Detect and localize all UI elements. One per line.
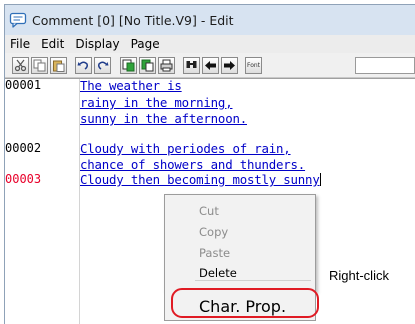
text-line[interactable]: The weather is [80, 78, 182, 93]
next-button[interactable] [221, 57, 238, 74]
menu-edit[interactable]: Edit [36, 37, 70, 51]
search-button[interactable] [183, 57, 200, 74]
context-menu-copy[interactable]: Copy [199, 225, 228, 239]
redo-button[interactable] [94, 57, 111, 74]
context-menu: Cut Copy Paste Delete [164, 194, 316, 292]
toolbar-field[interactable] [355, 57, 415, 74]
text-caret [319, 173, 321, 186]
context-menu-separator [195, 280, 311, 281]
cut-button[interactable] [12, 57, 29, 74]
text-line[interactable]: chance of showers and thunders. [80, 157, 305, 172]
menu-bar: File Edit Display Page [5, 35, 415, 53]
font-button[interactable]: Font [245, 57, 262, 74]
print-icon [160, 59, 173, 72]
replace-icon [141, 59, 154, 72]
insert-button[interactable] [120, 57, 137, 74]
line-number: 00002 [5, 141, 42, 155]
print-button[interactable] [158, 57, 175, 74]
menu-file[interactable]: File [5, 37, 36, 51]
title-bar[interactable]: Comment [0] [No Title.V9] - Edit [5, 5, 415, 35]
paste-icon [53, 60, 65, 72]
text-line[interactable]: Cloudy with periodes of rain, [80, 141, 291, 156]
undo-icon [77, 61, 88, 70]
context-menu-delete[interactable]: Delete [199, 266, 237, 280]
text-line-active[interactable]: Cloudy then becoming mostly sunny [80, 172, 321, 187]
line-number: 00001 [5, 78, 42, 92]
text-line[interactable]: rainy in the morning, [80, 95, 233, 110]
forward-arrow-icon [224, 61, 235, 70]
window-title: Comment [0] [No Title.V9] - Edit [32, 12, 234, 28]
text-line[interactable]: sunny in the afternoon. [80, 111, 247, 126]
comment-icon [9, 12, 27, 28]
line-number-gutter: 00001 00002 00003 [5, 78, 80, 324]
menu-page[interactable]: Page [126, 37, 166, 51]
context-menu-paste[interactable]: Paste [199, 246, 230, 260]
previous-button[interactable] [202, 57, 219, 74]
search-icon [186, 61, 197, 68]
line-number-active: 00003 [5, 172, 42, 186]
undo-button[interactable] [75, 57, 92, 74]
text-line-content: Cloudy then becoming mostly sunny [80, 172, 320, 187]
highlight-callout [171, 288, 319, 318]
menu-display[interactable]: Display [70, 37, 125, 51]
right-click-annotation: Right-click [329, 268, 389, 283]
redo-icon [98, 61, 109, 70]
paste-button[interactable] [50, 57, 67, 74]
cut-icon [14, 59, 27, 72]
copy-icon [33, 59, 46, 72]
replace-button[interactable] [139, 57, 156, 74]
context-menu-cut[interactable]: Cut [199, 204, 219, 218]
insert-icon [122, 59, 135, 72]
back-arrow-icon [205, 61, 216, 70]
font-icon: Font [246, 62, 261, 69]
copy-button[interactable] [31, 57, 48, 74]
toolbar: Font [5, 55, 415, 78]
